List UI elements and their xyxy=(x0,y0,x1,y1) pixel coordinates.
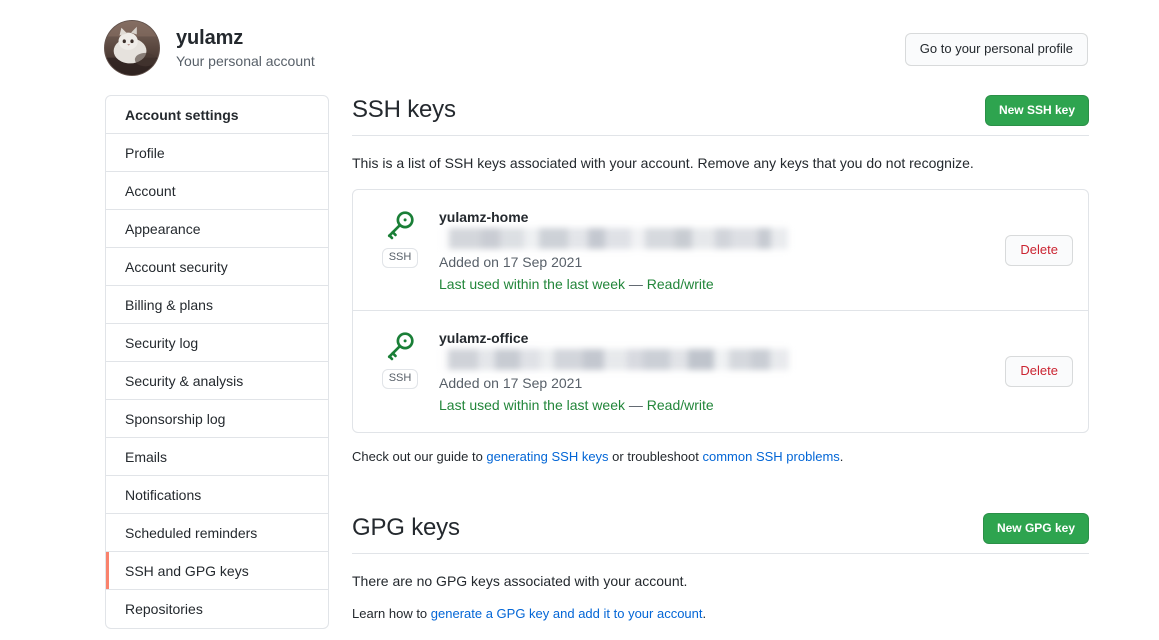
sidebar-item-ssh-and-gpg-keys[interactable]: SSH and GPG keys xyxy=(106,552,328,590)
ssh-key-icon-group: SSH xyxy=(377,327,423,389)
ssh-badge: SSH xyxy=(381,248,419,268)
ssh-key-last-used: Last used within the last week — Read/wr… xyxy=(439,274,1005,294)
gpg-learn-prefix: Learn how to xyxy=(352,606,431,621)
common-ssh-problems-link[interactable]: common SSH problems xyxy=(703,449,840,464)
key-icon xyxy=(383,208,417,242)
gpg-learn-text: Learn how to generate a GPG key and add … xyxy=(352,606,1089,621)
ssh-guide-middle: or troubleshoot xyxy=(608,449,703,464)
new-gpg-key-button[interactable]: New GPG key xyxy=(982,513,1089,544)
ssh-key-separator: — xyxy=(628,276,643,292)
account-subtitle: Your personal account xyxy=(176,52,315,69)
account-username: yulamz xyxy=(176,26,244,49)
ssh-key-name: yulamz-office xyxy=(439,330,529,346)
new-ssh-key-button[interactable]: New SSH key xyxy=(984,95,1089,126)
gpg-empty-message: There are no GPG keys associated with yo… xyxy=(352,573,688,589)
ssh-key-access-level: Read/write xyxy=(646,397,714,413)
generating-ssh-keys-link[interactable]: generating SSH keys xyxy=(486,449,608,464)
sidebar-item-sponsorship-log[interactable]: Sponsorship log xyxy=(106,400,328,438)
key-icon xyxy=(383,329,417,363)
ssh-keys-title: SSH keys xyxy=(352,96,456,123)
ssh-key-last-used-text: Last used within the last week xyxy=(439,276,625,292)
ssh-section-header: SSH keys New SSH key xyxy=(352,95,1089,136)
ssh-key-name: yulamz-home xyxy=(439,209,529,225)
ssh-guide-prefix: Check out our guide to xyxy=(352,449,487,464)
cat-avatar-image xyxy=(105,21,159,75)
sidebar-item-repositories[interactable]: Repositories xyxy=(106,590,328,628)
sidebar-item-billing-and-plans[interactable]: Billing & plans xyxy=(106,286,328,324)
ssh-key-last-used-text: Last used within the last week xyxy=(439,397,625,413)
ssh-key-added-date: Added on 17 Sep 2021 xyxy=(439,375,583,391)
gpg-keys-title: GPG keys xyxy=(352,514,460,541)
ssh-guide-text: Check out our guide to generating SSH ke… xyxy=(352,449,1089,464)
ssh-key-last-used: Last used within the last week — Read/wr… xyxy=(439,395,1005,415)
ssh-key-icon-group: SSH xyxy=(377,206,423,268)
ssh-keys-list: SSH yulamz-home Added on 17 Sep 2021 Las… xyxy=(352,189,1089,433)
sidebar-item-notifications[interactable]: Notifications xyxy=(106,476,328,514)
sidebar-item-account[interactable]: Account xyxy=(106,172,328,210)
ssh-keys-description: This is a list of SSH keys associated wi… xyxy=(352,155,974,171)
ssh-guide-suffix: . xyxy=(839,449,844,464)
ssh-key-added-date: Added on 17 Sep 2021 xyxy=(439,254,583,270)
sidebar-item-scheduled-reminders[interactable]: Scheduled reminders xyxy=(106,514,328,552)
ssh-badge: SSH xyxy=(381,369,419,389)
delete-ssh-key-button[interactable]: Delete xyxy=(1005,234,1073,266)
main-content: SSH keys New SSH key This is a list of S… xyxy=(352,95,1089,621)
ssh-key-separator: — xyxy=(628,397,643,413)
go-to-personal-profile-button[interactable]: Go to your personal profile xyxy=(904,33,1088,66)
generate-gpg-key-link[interactable]: generate a GPG key and add it to your ac… xyxy=(431,606,703,621)
sidebar-item-emails[interactable]: Emails xyxy=(106,438,328,476)
sidebar-item-account-security[interactable]: Account security xyxy=(106,248,328,286)
gpg-section-header: GPG keys New GPG key xyxy=(352,513,1089,554)
ssh-key-details: yulamz-home Added on 17 Sep 2021 Last us… xyxy=(439,206,1005,294)
avatar[interactable] xyxy=(104,20,160,76)
sidebar-item-security-and-analysis[interactable]: Security & analysis xyxy=(106,362,328,400)
sidebar-item-appearance[interactable]: Appearance xyxy=(106,210,328,248)
account-header: yulamz Your personal account xyxy=(104,20,315,76)
delete-ssh-key-button[interactable]: Delete xyxy=(1005,356,1073,387)
ssh-key-row: SSH yulamz-office Added on 17 Sep 2021 L… xyxy=(353,311,1088,432)
account-header-text: yulamz Your personal account xyxy=(176,27,315,69)
ssh-key-details: yulamz-office Added on 17 Sep 2021 Last … xyxy=(439,327,1005,415)
gpg-learn-suffix: . xyxy=(702,606,707,621)
ssh-key-access-level: Read/write xyxy=(646,276,714,292)
ssh-key-row: SSH yulamz-home Added on 17 Sep 2021 Las… xyxy=(353,190,1088,311)
settings-sidebar: Account settings Profile Account Appeara… xyxy=(105,95,329,629)
ssh-key-fingerprint-redacted xyxy=(440,349,789,370)
sidebar-item-profile[interactable]: Profile xyxy=(106,134,328,172)
sidebar-heading: Account settings xyxy=(106,96,328,134)
sidebar-item-security-log[interactable]: Security log xyxy=(106,324,328,362)
ssh-key-fingerprint-redacted xyxy=(440,228,788,249)
settings-page: yulamz Your personal account Go to your … xyxy=(0,0,1159,640)
